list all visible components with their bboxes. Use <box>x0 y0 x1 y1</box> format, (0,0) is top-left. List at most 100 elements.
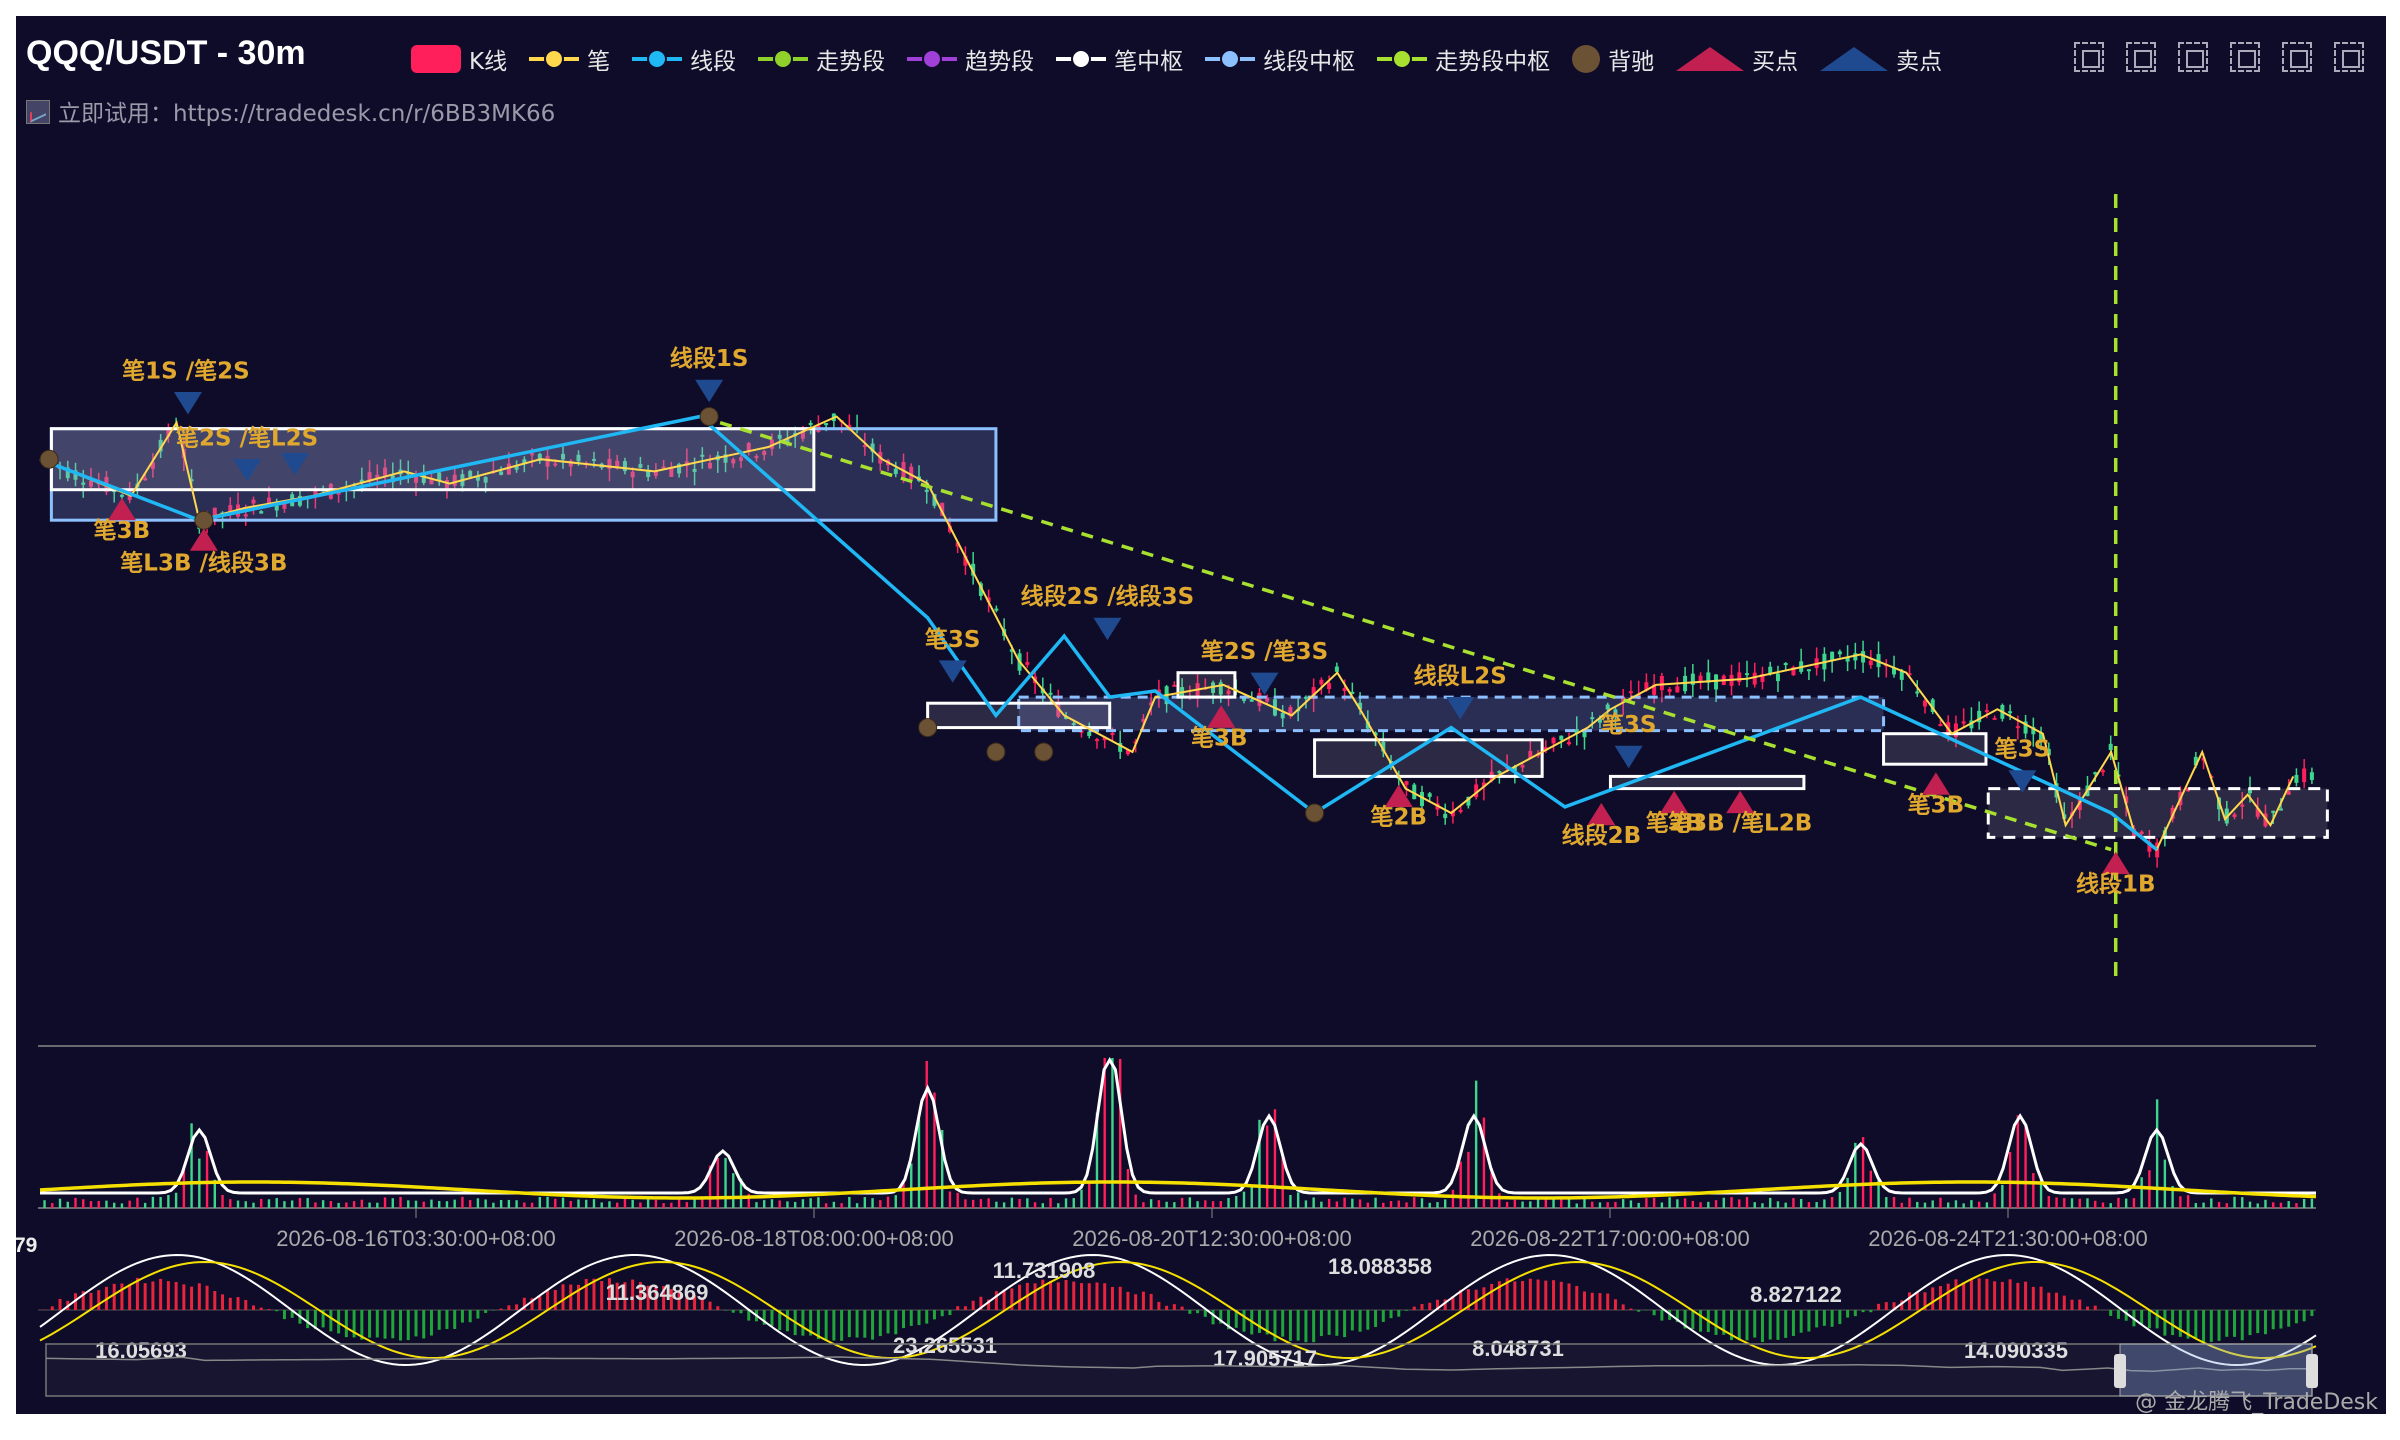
volume-bar <box>824 1203 828 1208</box>
volume-bar <box>1637 1202 1640 1208</box>
volume-bar <box>2032 1173 2035 1208</box>
legend-item[interactable]: 线段 <box>632 42 736 76</box>
legend-item[interactable]: 背驰 <box>1572 42 1654 76</box>
volume-bar <box>654 1199 658 1208</box>
data-zoom-handle[interactable] <box>2306 1354 2318 1388</box>
volume-bar <box>492 1202 495 1208</box>
macd-bar <box>50 1306 54 1310</box>
macd-bar <box>1915 1292 1919 1310</box>
volume-bar <box>1823 1199 1826 1208</box>
macd-bar <box>863 1310 867 1338</box>
macd-bar <box>166 1281 170 1310</box>
volume-bar <box>724 1157 727 1208</box>
macd-bar <box>135 1277 139 1310</box>
volume-bar <box>1227 1198 1230 1208</box>
legend-swatch-icon <box>1377 49 1428 69</box>
volume-bar <box>1343 1197 1346 1208</box>
macd-bar <box>1528 1278 1532 1310</box>
sell-point-label: 线段2S /线段3S <box>1021 583 1195 610</box>
volume-bar <box>252 1202 255 1208</box>
promo-link[interactable]: 立即试用：https://tradedesk.cn/r/6BB3MK66 <box>26 94 555 128</box>
volume-bar <box>677 1199 681 1208</box>
volume-bar <box>2109 1203 2112 1208</box>
macd-axis-label: 79 <box>16 1234 37 1257</box>
macd-bar <box>190 1286 194 1310</box>
volume-bar <box>2241 1197 2244 1208</box>
legend-item[interactable]: 卖点 <box>1820 42 1942 76</box>
macd-bar <box>801 1310 805 1336</box>
legend-item[interactable]: 趋势段 <box>907 42 1034 76</box>
macd-bar <box>2248 1310 2252 1336</box>
volume-bar <box>793 1201 797 1208</box>
volume-bar <box>499 1199 503 1208</box>
macd-bar <box>963 1306 967 1310</box>
volume-bar <box>1413 1197 1416 1208</box>
volume-bar <box>832 1201 836 1208</box>
volume-bar <box>2101 1202 2105 1208</box>
macd-bar <box>1776 1310 1780 1340</box>
volume-bar <box>2248 1201 2252 1208</box>
legend-label: 笔 <box>587 49 611 75</box>
legend-item[interactable]: 笔中枢 <box>1056 42 1183 76</box>
volume-bar <box>1327 1198 1331 1208</box>
volume-bar <box>585 1199 588 1208</box>
macd-bar <box>1312 1310 1316 1343</box>
macd-bar <box>1962 1282 1966 1310</box>
macd-bar <box>1931 1287 1935 1310</box>
candle <box>1319 679 1324 685</box>
legend-item[interactable]: 线段中枢 <box>1205 42 1355 76</box>
clear-icon[interactable] <box>2334 42 2364 72</box>
restore-icon[interactable] <box>2282 42 2312 72</box>
volume-bar <box>1049 1197 1052 1208</box>
fullscreen-icon[interactable] <box>2230 42 2260 72</box>
macd-bar <box>2217 1310 2221 1341</box>
data-zoom-handle[interactable] <box>2114 1354 2126 1388</box>
macd-bar <box>1095 1282 1099 1310</box>
macd-bar <box>1141 1291 1145 1310</box>
volume-bar <box>2094 1200 2097 1208</box>
volume-bar <box>646 1199 650 1208</box>
legend-item[interactable]: K线 <box>411 42 507 76</box>
volume-bar <box>1614 1201 1617 1208</box>
divergence-marker <box>699 407 719 426</box>
macd-bar <box>716 1306 720 1310</box>
legend-item[interactable]: 笔 <box>529 42 610 76</box>
volume-bar <box>1544 1199 1548 1208</box>
volume-bar <box>2117 1197 2120 1208</box>
candle <box>1048 692 1053 695</box>
macd-bar <box>1567 1283 1571 1310</box>
divergence-marker <box>918 718 938 738</box>
volume-bar <box>1753 1202 1756 1208</box>
volume-bar <box>1769 1197 1772 1208</box>
macd-bar <box>1420 1304 1424 1310</box>
zoom-icon[interactable] <box>2074 42 2104 72</box>
legend-item[interactable]: 走势段 <box>758 42 885 76</box>
macd-bar <box>1954 1279 1958 1310</box>
promo-text[interactable]: 立即试用：https://tradedesk.cn/r/6BB3MK66 <box>58 101 555 127</box>
volume-bar <box>1072 1198 1075 1208</box>
legend-item[interactable]: 走势段中枢 <box>1377 42 1550 76</box>
legend-item[interactable]: 买点 <box>1676 42 1798 76</box>
volume-bar <box>1699 1202 1702 1208</box>
volume-bar <box>2016 1115 2020 1208</box>
chart-canvas[interactable]: 笔3B笔L3B /线段3B笔3B笔2B线段2B 笔2B笔3B /笔L2B笔3B线段… <box>16 16 2386 1414</box>
buy-point-marker <box>189 528 218 551</box>
volume-bar <box>236 1200 240 1208</box>
brush-icon[interactable] <box>2178 42 2208 72</box>
volume-bar <box>2295 1203 2298 1208</box>
volume-bar <box>886 1196 890 1208</box>
volume-bar <box>1714 1200 1718 1208</box>
volume-bar <box>1962 1203 1965 1208</box>
macd-bar <box>1613 1299 1617 1310</box>
macd-bar <box>940 1310 944 1317</box>
macd-bar <box>1993 1281 1997 1310</box>
macd-bar <box>1319 1310 1323 1337</box>
candle <box>824 423 829 426</box>
macd-value-label: 11.731908 <box>993 1258 1096 1283</box>
buy-point-label: 线段2B <box>1562 822 1642 849</box>
lasso-icon[interactable] <box>2126 42 2156 72</box>
candle <box>1327 683 1332 690</box>
volume-bar <box>1142 1202 1145 1208</box>
macd-bar <box>847 1310 851 1338</box>
volume-bar <box>2233 1196 2236 1208</box>
